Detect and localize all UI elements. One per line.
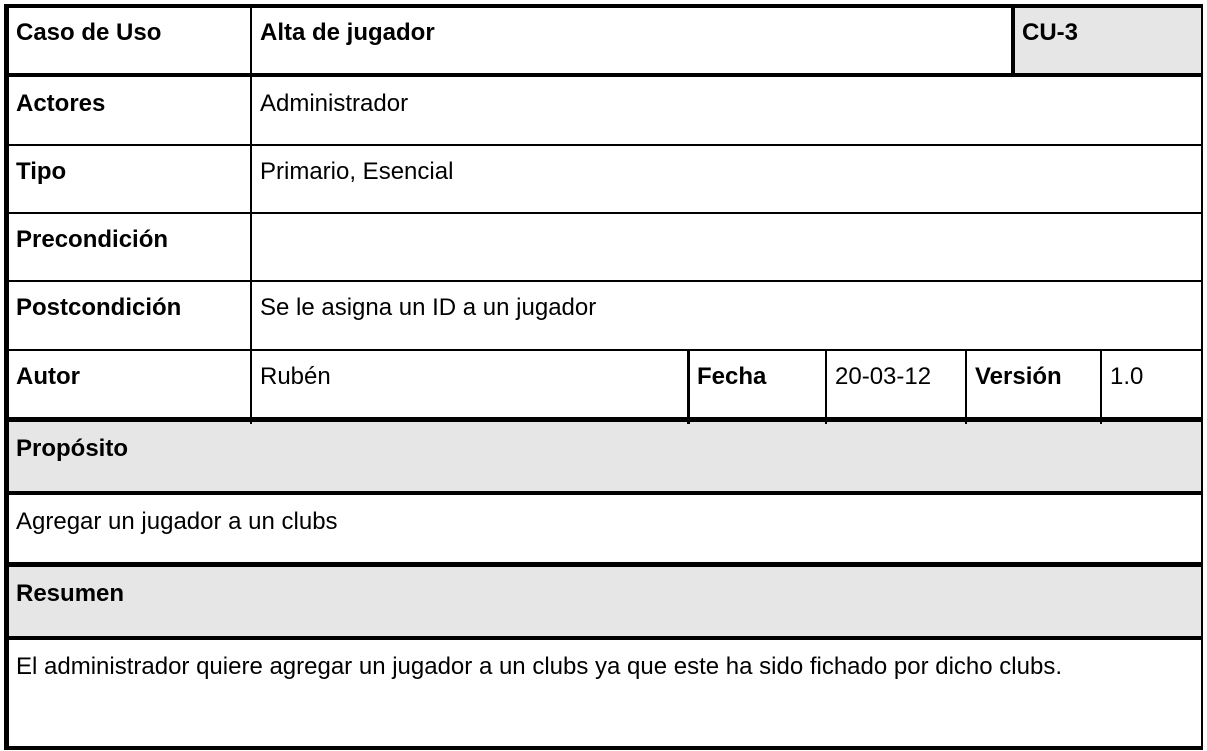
hline-8 <box>4 562 1203 567</box>
hline-7 <box>4 491 1203 495</box>
proposito-text: Agregar un jugador a un clubs <box>16 508 338 535</box>
actores-label: Actores <box>16 90 106 117</box>
use-case-title: Alta de jugador <box>260 19 435 46</box>
autor-label: Autor <box>16 363 80 390</box>
tipo-value: Primario, Esencial <box>260 158 454 185</box>
autor-value: Rubén <box>260 363 331 390</box>
precondicion-value <box>252 213 1201 281</box>
fecha-label: Fecha <box>697 363 767 390</box>
version-value: 1.0 <box>1110 363 1144 390</box>
vline-version-right <box>1100 349 1102 424</box>
postcondicion-label: Postcondición <box>16 294 182 321</box>
resumen-text: El administrador quiere agregar un jugad… <box>16 653 1062 680</box>
proposito-label: Propósito <box>8 422 1201 492</box>
hline-4 <box>4 280 1203 282</box>
vline-label-col <box>250 4 252 424</box>
use-case-code: CU-3 <box>1014 6 1201 74</box>
use-case-table: Caso de Uso Alta de jugador CU-3 Actores… <box>0 0 1207 751</box>
postcondicion-value: Se le asigna un ID a un jugador <box>260 294 597 321</box>
caso-de-uso-label: Caso de Uso <box>16 19 162 46</box>
hline-3 <box>4 212 1203 214</box>
hline-1 <box>4 73 1203 77</box>
vline-code-col <box>1011 4 1015 77</box>
tipo-label: Tipo <box>16 158 67 185</box>
vline-version-left <box>965 349 967 424</box>
actores-value: Administrador <box>260 90 409 117</box>
border-top <box>4 4 1203 8</box>
version-label: Versión <box>975 363 1062 390</box>
hline-6 <box>4 417 1203 422</box>
fecha-value: 20-03-12 <box>835 363 932 390</box>
vline-fecha-right <box>825 349 827 424</box>
precondicion-label: Precondición <box>16 226 169 253</box>
border-bottom <box>4 746 1203 750</box>
resumen-label: Resumen <box>8 567 1201 637</box>
hline-9 <box>4 636 1203 640</box>
hline-5 <box>4 349 1203 351</box>
hline-2 <box>4 144 1203 146</box>
vline-fecha-left <box>687 349 690 424</box>
